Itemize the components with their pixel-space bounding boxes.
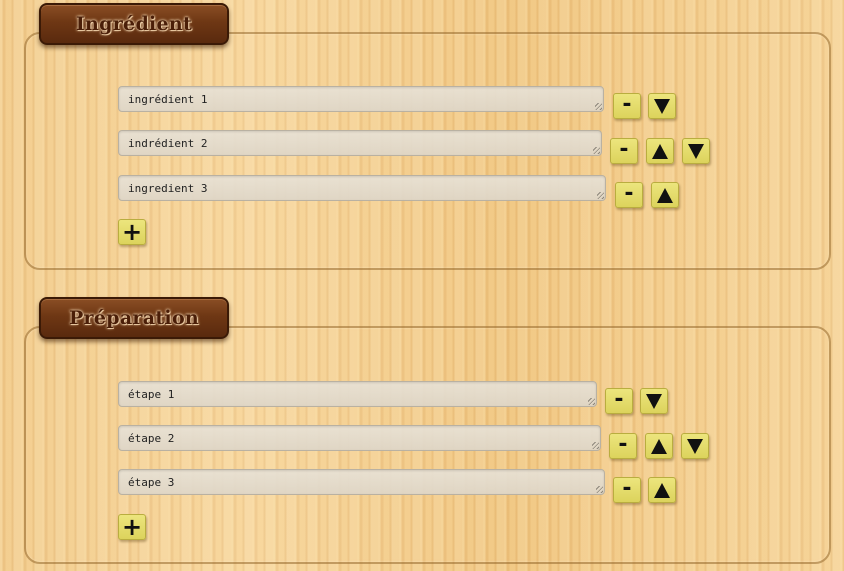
ingredient-3-value: ingredient 3: [128, 181, 208, 195]
move-up-ingredient-3-button[interactable]: [651, 182, 679, 208]
step-1-input[interactable]: étape 1: [118, 381, 597, 407]
remove-ingredient-2-button[interactable]: -: [610, 138, 638, 164]
remove-ingredient-1-button[interactable]: -: [613, 93, 641, 119]
step-3-value: étape 3: [128, 475, 175, 489]
preparation-legend: Préparation: [39, 297, 229, 339]
add-ingredient-button[interactable]: +: [118, 219, 146, 245]
move-down-step-2-button[interactable]: [681, 433, 709, 459]
move-down-ingredient-1-button[interactable]: [648, 93, 676, 119]
resize-grip-icon[interactable]: [588, 398, 595, 405]
move-up-step-2-button[interactable]: [645, 433, 673, 459]
triangle-down-icon: [646, 393, 662, 409]
triangle-up-icon: [652, 143, 668, 159]
remove-step-1-button[interactable]: -: [605, 388, 633, 414]
ingredients-legend: Ingrédient: [39, 3, 229, 45]
triangle-up-icon: [657, 187, 673, 203]
resize-grip-icon[interactable]: [593, 147, 600, 154]
remove-step-2-button[interactable]: -: [609, 433, 637, 459]
step-2-input[interactable]: étape 2: [118, 425, 601, 451]
triangle-up-icon: [654, 482, 670, 498]
move-up-ingredient-2-button[interactable]: [646, 138, 674, 164]
ingredient-2-input[interactable]: indrédient 2: [118, 130, 602, 156]
resize-grip-icon[interactable]: [595, 103, 602, 110]
resize-grip-icon[interactable]: [597, 192, 604, 199]
remove-ingredient-3-button[interactable]: -: [615, 182, 643, 208]
triangle-up-icon: [651, 438, 667, 454]
add-step-button[interactable]: +: [118, 514, 146, 540]
ingredients-title: Ingrédient: [75, 13, 193, 35]
move-down-ingredient-2-button[interactable]: [682, 138, 710, 164]
triangle-down-icon: [688, 143, 704, 159]
ingredient-1-input[interactable]: ingrédient 1: [118, 86, 604, 112]
triangle-down-icon: [654, 98, 670, 114]
resize-grip-icon[interactable]: [592, 442, 599, 449]
move-up-step-3-button[interactable]: [648, 477, 676, 503]
step-2-value: étape 2: [128, 431, 175, 445]
move-down-step-1-button[interactable]: [640, 388, 668, 414]
step-3-input[interactable]: étape 3: [118, 469, 605, 495]
step-1-value: étape 1: [128, 387, 175, 401]
triangle-down-icon: [687, 438, 703, 454]
ingredient-3-input[interactable]: ingredient 3: [118, 175, 606, 201]
remove-step-3-button[interactable]: -: [613, 477, 641, 503]
preparation-title: Préparation: [68, 307, 200, 329]
ingredient-2-value: indrédient 2: [128, 136, 208, 150]
ingredient-1-value: ingrédient 1: [128, 92, 208, 106]
resize-grip-icon[interactable]: [596, 486, 603, 493]
